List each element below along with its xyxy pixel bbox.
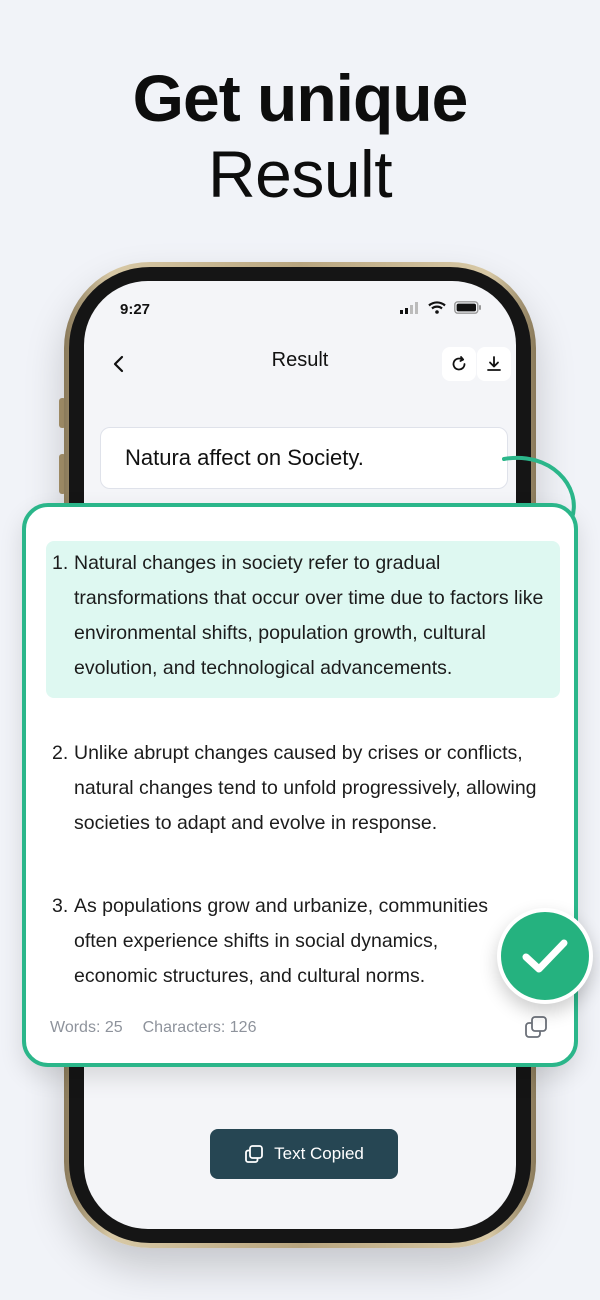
prompt-input[interactable]: Natura affect on Society. <box>100 427 508 489</box>
signal-icon <box>400 301 418 314</box>
headline: Get unique Result <box>0 58 600 210</box>
success-badge <box>497 908 593 1004</box>
result-item-number: 2. <box>52 742 69 764</box>
result-item-1[interactable]: 1. Natural changes in society refer to g… <box>46 541 560 698</box>
copy-icon <box>525 1016 547 1038</box>
card-footer: Words: 25 Characters: 126 <box>50 1019 256 1037</box>
copy-icon <box>245 1145 264 1163</box>
copy-button[interactable] <box>524 1015 550 1041</box>
result-item-text: Unlike abrupt changes caused by crises o… <box>74 742 537 834</box>
text-copied-label: Text Copied <box>274 1144 364 1163</box>
wifi-icon <box>428 301 446 314</box>
status-icons <box>400 301 482 314</box>
word-count: Words: 25 <box>50 1019 123 1036</box>
headline-line2: Result <box>207 137 393 211</box>
refresh-button[interactable] <box>442 347 476 381</box>
result-item-number: 1. <box>52 552 69 574</box>
result-card: 1. Natural changes in society refer to g… <box>22 503 578 1067</box>
headline-line1: Get unique <box>132 61 469 135</box>
battery-icon <box>454 301 481 314</box>
status-time: 9:27 <box>120 301 151 318</box>
result-item-2[interactable]: 2. Unlike abrupt changes caused by crise… <box>46 736 560 846</box>
result-item-3[interactable]: 3. As populations grow and urbanize, com… <box>46 889 560 999</box>
text-copied-button[interactable]: Text Copied <box>210 1129 398 1179</box>
character-count: Characters: 126 <box>142 1019 257 1036</box>
refresh-icon <box>452 356 466 371</box>
result-item-number: 3. <box>52 895 69 917</box>
result-item-text: Natural changes in society refer to grad… <box>74 552 544 679</box>
result-item-text: As populations grow and urbanize, commun… <box>74 895 489 987</box>
check-icon <box>522 939 568 973</box>
download-button[interactable] <box>477 347 511 381</box>
download-icon <box>487 356 501 371</box>
